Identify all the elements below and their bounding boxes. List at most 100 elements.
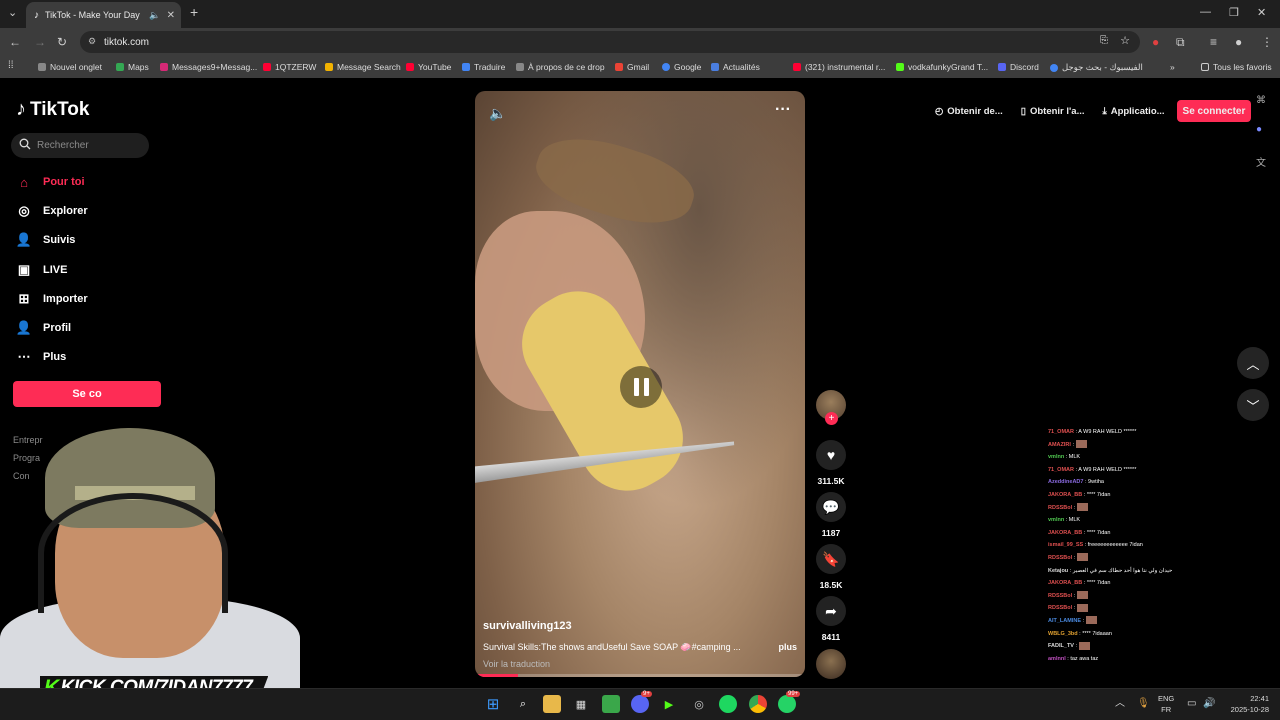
bookmark-item[interactable]: Nouvel onglet <box>38 62 102 72</box>
creator-avatar[interactable]: + <box>816 390 846 425</box>
tiktok-logo[interactable]: ♪ TikTok <box>16 98 89 121</box>
music-disc-avatar[interactable] <box>816 649 846 679</box>
see-translation-link[interactable]: Voir la traduction <box>483 659 797 669</box>
bookmark-star-icon[interactable]: ☆ <box>1120 34 1130 47</box>
bookmarks-overflow-icon[interactable]: » <box>1170 62 1175 72</box>
video-info: survivalliving123 Survival Skills:The sh… <box>483 620 797 677</box>
tray-overflow-icon[interactable]: ︿ <box>1115 698 1125 709</box>
side-panel-icon[interactable]: ⌘ <box>1256 95 1266 106</box>
language-indicator[interactable]: ENG FR <box>1158 693 1174 715</box>
bookmark-item[interactable]: Messages9+Messag... <box>160 62 257 72</box>
forward-icon[interactable]: → <box>34 35 46 49</box>
connect-button[interactable]: Se connecter <box>1176 100 1252 122</box>
nav-following[interactable]: 👤 Suivis <box>16 232 76 248</box>
bookmark-item[interactable]: Gmail <box>615 62 649 72</box>
follow-plus-icon[interactable]: + <box>825 412 838 425</box>
video-player[interactable]: 🔈 ··· survivalliving123 Survival Skills:… <box>475 91 805 677</box>
chat-username: JAKORA_BB <box>1048 580 1083 587</box>
save-action[interactable]: 🔖 18.5K <box>816 544 846 590</box>
restore-button[interactable]: ❐ <box>1229 6 1239 19</box>
search-input[interactable]: Rechercher <box>11 133 149 158</box>
apps-icon[interactable]: ⁞⁞ <box>8 60 14 71</box>
bookmark-item[interactable]: (321) instrumental r... <box>793 62 885 72</box>
chrome-icon[interactable] <box>749 695 767 713</box>
back-icon[interactable]: ← <box>9 35 21 49</box>
nav-for-you[interactable]: ⌂ Pour toi <box>16 174 85 190</box>
close-window-button[interactable]: ✕ <box>1257 6 1266 19</box>
spotify-icon[interactable] <box>719 695 737 713</box>
chat-message: JAKORA_BB : **** 7idan <box>1048 527 1208 540</box>
volume-icon[interactable]: 🔊 <box>1203 698 1215 709</box>
extensions-puzzle-icon[interactable]: ⧉ <box>1176 35 1185 50</box>
get-app-button[interactable]: ▯ Obtenir l'a... <box>1015 99 1091 123</box>
video-username[interactable]: survivalliving123 <box>483 620 797 632</box>
tab-close-icon[interactable]: ✕ <box>167 10 175 21</box>
url-field[interactable]: ⚙ tiktok.com ⎘ ☆ <box>80 31 1140 53</box>
bookmark-item[interactable]: 1QTZERW <box>263 62 316 72</box>
chat-text: **** 7idan <box>1086 580 1111 587</box>
nav-more[interactable]: ⋯ Plus <box>16 349 67 365</box>
bookmark-item[interactable]: Maps <box>116 62 149 72</box>
description-more-link[interactable]: plus <box>778 642 797 653</box>
discord-side-icon[interactable]: ● <box>1256 124 1262 135</box>
like-action[interactable]: ♥ 311.5K <box>816 440 846 486</box>
pause-button[interactable] <box>620 366 662 408</box>
previous-video-button[interactable]: ︿ <box>1237 347 1269 379</box>
bookmark-item[interactable]: vodkafunkyGrand T... <box>896 62 988 72</box>
nav-live[interactable]: ▣ LIVE <box>16 262 68 278</box>
bookmark-item[interactable]: Google <box>662 62 701 72</box>
download-icon: ⤓ <box>1102 105 1107 117</box>
nav-explore[interactable]: ◎ Explorer <box>16 203 87 219</box>
install-icon[interactable]: ⎘ <box>1100 35 1108 46</box>
all-bookmarks-folder[interactable]: Tous les favoris <box>1201 62 1272 72</box>
like-count: 311.5K <box>817 476 845 486</box>
video-progress-bar[interactable] <box>475 674 805 677</box>
get-coins-button[interactable]: ◴ Obtenir de... <box>929 99 1009 123</box>
bookmark-item[interactable]: À propos de ce drop <box>516 62 605 72</box>
profile-avatar-icon[interactable]: ● <box>1235 35 1242 49</box>
reading-list-icon[interactable]: ≡ <box>1210 35 1217 49</box>
discord-taskbar-icon[interactable]: 9+ <box>631 691 652 713</box>
bookmark-item[interactable]: Traduire <box>462 62 505 72</box>
desktop-app-button[interactable]: ⤓ Applicatio... <box>1097 99 1171 123</box>
clock[interactable]: 22:41 2025-10-28 <box>1225 693 1269 715</box>
tab-audio-icon[interactable]: 🔈 <box>149 10 160 21</box>
comment-action[interactable]: 💬 1187 <box>816 492 846 538</box>
video-more-icon[interactable]: ··· <box>775 101 791 119</box>
windows-taskbar: ⊞ ⌕ ▦ 9+ ▶ ◎ 99+ ︿ 🎙 ENG FR ▭ 🔊 22:41 2025… <box>0 688 1280 720</box>
login-button[interactable]: Se co <box>13 381 161 407</box>
browser-tab[interactable]: ♪ TikTok - Make Your Day 🔈 ✕ <box>26 2 181 28</box>
minimize-button[interactable]: — <box>1200 6 1211 18</box>
nav-profile[interactable]: 👤 Profil <box>16 320 71 336</box>
windows-start-icon[interactable]: ⊞ <box>484 695 502 713</box>
share-action[interactable]: ➦ 8411 <box>816 596 846 642</box>
folder-icon <box>1201 63 1209 71</box>
tab-search-icon[interactable]: ⌄ <box>8 6 17 19</box>
store-icon[interactable]: ▦ <box>572 695 590 713</box>
reload-icon[interactable]: ↻ <box>57 35 67 49</box>
kick-taskbar-icon[interactable]: ▶ <box>660 695 678 713</box>
bookmark-item[interactable]: Discord <box>998 62 1039 72</box>
network-icon[interactable]: ▭ <box>1187 698 1196 709</box>
whatsapp-icon[interactable]: 99+ <box>778 691 801 713</box>
volume-icon[interactable]: 🔈 <box>489 105 506 122</box>
extension-icon[interactable]: ● <box>1152 35 1159 49</box>
chat-text: A W9 RAH WELD ****** <box>1078 429 1137 435</box>
menu-icon[interactable]: ⋮ <box>1261 35 1273 49</box>
next-video-button[interactable]: ﹀ <box>1237 389 1269 421</box>
translate-side-icon[interactable]: 文 <box>1256 154 1266 169</box>
app-icon[interactable] <box>602 695 620 713</box>
microphone-icon[interactable]: 🎙 <box>1137 698 1150 709</box>
new-tab-button[interactable]: + <box>190 4 198 20</box>
file-explorer-icon[interactable] <box>543 695 561 713</box>
obs-icon[interactable]: ◎ <box>690 695 708 713</box>
bookmark-item[interactable]: Actualités <box>711 62 760 72</box>
chat-message: FADIL_TV : <box>1048 640 1208 653</box>
bookmark-item[interactable]: YouTube <box>406 62 451 72</box>
chat-username: RDSSBol <box>1048 592 1073 599</box>
bookmark-item[interactable]: Message Search <box>325 62 401 72</box>
site-info-icon[interactable]: ⚙ <box>88 36 96 47</box>
nav-upload[interactable]: ⊞ Importer <box>16 291 88 307</box>
search-icon[interactable]: ⌕ <box>514 695 532 713</box>
bookmark-item[interactable]: الفيسبوك - بحث جوجل <box>1050 62 1143 73</box>
